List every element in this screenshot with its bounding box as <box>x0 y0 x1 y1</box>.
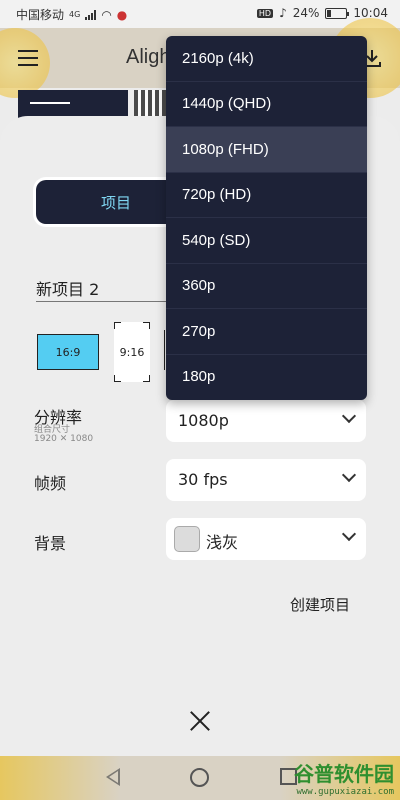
watermark-url: www.gupuxiazai.com <box>296 787 394 797</box>
resolution-value: 1080p <box>178 411 229 430</box>
background-value: 浅灰 <box>206 533 239 552</box>
back-icon[interactable] <box>106 768 120 786</box>
battery-icon <box>325 7 350 19</box>
location-icon: ● <box>116 7 128 22</box>
carrier-label: 中国移动 <box>16 8 65 22</box>
frame-rate-select[interactable]: 30 fps <box>166 459 366 501</box>
resolution-dimensions: 1920 ✕ 1080 <box>34 434 94 444</box>
battery-percent: 24% <box>292 6 320 20</box>
close-icon[interactable] <box>189 710 211 732</box>
signal-icon <box>85 9 97 20</box>
ratio-9-16-button[interactable]: 9:16 <box>114 322 150 382</box>
app-title: Aligh <box>126 46 171 68</box>
ratio-9-16-label: 9:16 <box>119 345 145 359</box>
status-bar: 中国移动 4G ◠ ● HD ♪ 24% 10:04 <box>0 0 400 28</box>
resolution-dropdown: 2160p (4k) 1440p (QHD) 1080p (FHD) 720p … <box>166 36 367 400</box>
ratio-16-9-button[interactable]: 16:9 <box>37 334 99 370</box>
dropdown-option-270p[interactable]: 270p <box>166 309 367 355</box>
home-icon[interactable] <box>190 768 209 787</box>
mute-bell-icon: ♪ <box>279 6 287 20</box>
hd-badge: HD <box>256 8 274 18</box>
ratio-16-9-label: 16:9 <box>55 345 81 359</box>
dropdown-option-1080p[interactable]: 1080p (FHD) <box>166 127 367 173</box>
chevron-down-icon <box>341 526 357 542</box>
watermark: 谷普软件园 www.gupuxiazai.com <box>294 758 394 797</box>
resolution-select[interactable]: 1080p <box>166 400 366 442</box>
dropdown-option-720p[interactable]: 720p (HD) <box>166 172 367 218</box>
frame-rate-label: 帧频 <box>34 474 67 493</box>
dropdown-option-180p[interactable]: 180p <box>166 354 367 400</box>
chevron-down-icon <box>341 408 357 424</box>
background-color-swatch <box>174 526 200 552</box>
dropdown-option-2160p[interactable]: 2160p (4k) <box>166 36 367 82</box>
dropdown-option-360p[interactable]: 360p <box>166 263 367 309</box>
chevron-down-icon <box>341 467 357 483</box>
watermark-brand: 谷普软件园 <box>294 762 394 786</box>
frame-rate-value: 30 fps <box>178 470 228 489</box>
network-type: 4G <box>69 10 81 19</box>
dropdown-option-540p[interactable]: 540p (SD) <box>166 218 367 264</box>
menu-icon[interactable] <box>18 50 38 71</box>
wifi-icon: ◠ <box>101 7 112 22</box>
create-project-button[interactable]: 创建项目 <box>290 594 350 615</box>
background-label: 背景 <box>34 534 67 553</box>
dropdown-option-1440p[interactable]: 1440p (QHD) <box>166 81 367 127</box>
background-select[interactable]: 浅灰 <box>166 518 366 560</box>
